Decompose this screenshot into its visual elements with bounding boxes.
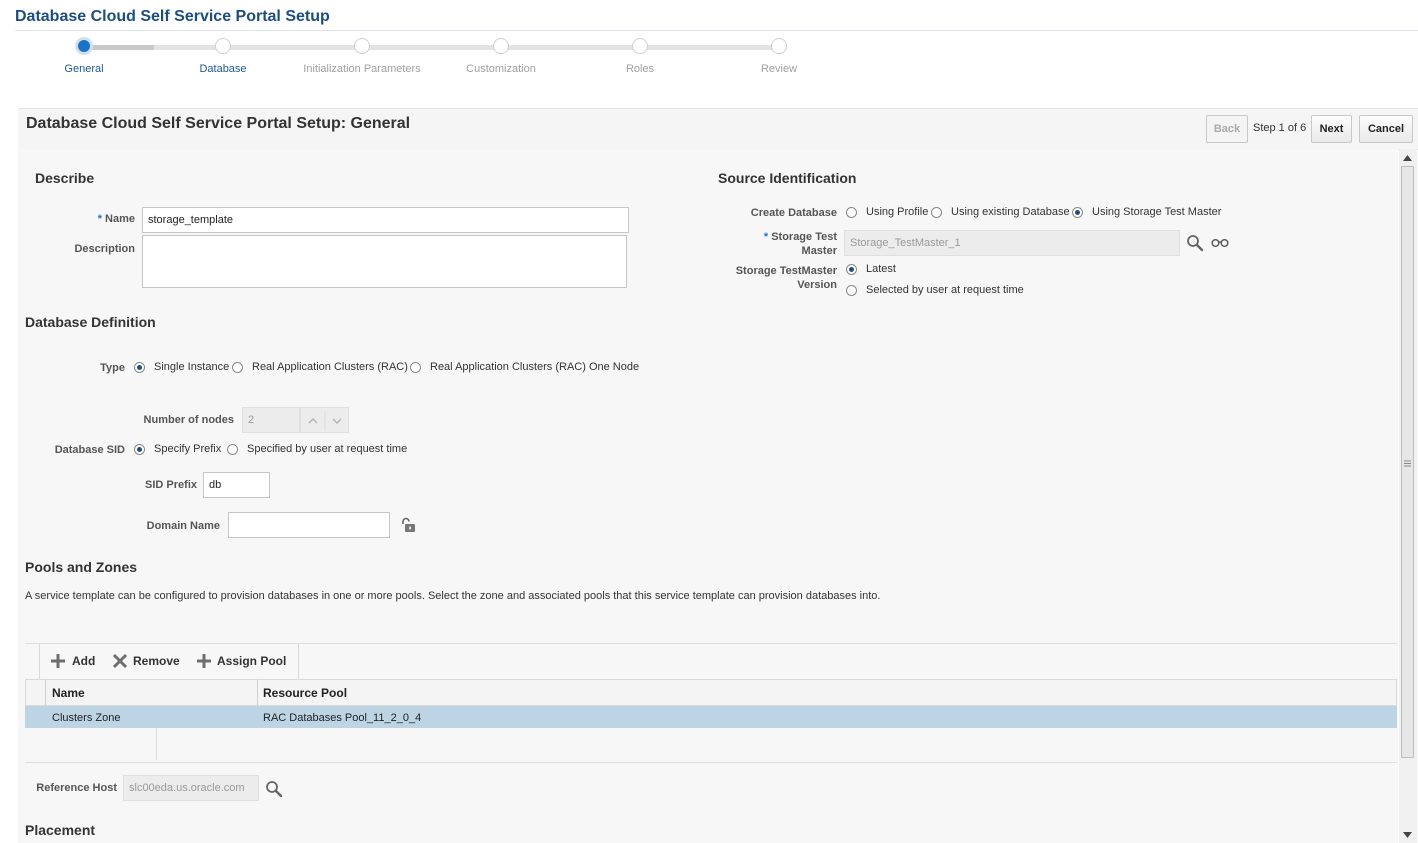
storage-test-master-label-line1: Storage Test [771, 231, 837, 243]
radio-using-existing-db[interactable] [931, 207, 942, 218]
train-stop-customization [493, 38, 509, 54]
row-zone-name: Clusters Zone [52, 712, 121, 724]
view-glasses-icon[interactable] [1211, 238, 1229, 251]
back-button[interactable]: Back [1206, 115, 1248, 143]
number-of-nodes-label: Number of nodes [143, 414, 234, 426]
step-indicator: Step 1 of 6 [1253, 122, 1307, 134]
domain-name-input[interactable] [228, 512, 390, 538]
train-stop-general[interactable] [75, 37, 93, 55]
train-stop-roles [632, 38, 648, 54]
train-label-customization: Customization [466, 63, 536, 75]
reference-host-input [123, 775, 259, 801]
train-stop-review [771, 38, 787, 54]
rac-label: Real Application Clusters (RAC) [252, 361, 408, 373]
version-latest-label: Latest [866, 263, 896, 275]
radio-using-storage-test-master[interactable] [1072, 207, 1083, 218]
storage-test-master-label-line2: Master [801, 245, 837, 257]
domain-name-label: Domain Name [146, 520, 220, 532]
remove-icon [112, 653, 128, 672]
train-label-database[interactable]: Database [153, 63, 293, 75]
version-user-selected-label: Selected by user at request time [866, 284, 1024, 296]
unlock-icon[interactable] [400, 517, 416, 536]
search-icon[interactable] [1186, 234, 1204, 255]
describe-heading: Describe [35, 170, 95, 186]
assign-pool-label: Assign Pool [217, 654, 287, 668]
table-footer-divider [156, 728, 157, 760]
using-storage-test-master-label: Using Storage Test Master [1092, 206, 1222, 218]
radio-specify-prefix[interactable] [134, 444, 145, 455]
row-resource-pool: RAC Databases Pool_11_2_0_4 [263, 712, 422, 724]
table-row[interactable] [25, 706, 1397, 728]
remove-label: Remove [133, 654, 180, 668]
radio-rac-one-node[interactable] [410, 362, 421, 373]
description-label: Description [74, 243, 135, 255]
single-instance-label: Single Instance [154, 361, 230, 373]
reference-host-search-icon[interactable] [265, 780, 283, 801]
description-textarea[interactable] [142, 235, 627, 288]
sid-user-specified-label: Specified by user at request time [247, 443, 408, 455]
column-header-resource-pool[interactable]: Resource Pool [263, 686, 347, 700]
create-database-label: Create Database [750, 207, 837, 219]
name-label-text: Name [105, 213, 135, 225]
train-progress [84, 45, 154, 50]
toolbar-separator [298, 643, 299, 679]
radio-sid-user-specified[interactable] [227, 444, 238, 455]
radio-version-user-selected[interactable] [846, 285, 857, 296]
assign-pool-icon [196, 653, 212, 672]
app-title: Database Cloud Self Service Portal Setup [15, 8, 330, 25]
pools-table-header [25, 679, 1397, 706]
name-label: * Name [97, 213, 135, 225]
train-label-general[interactable]: General [14, 63, 154, 75]
type-label: Type [100, 362, 125, 374]
pools-description: A service template can be configured to … [25, 590, 881, 602]
name-input[interactable] [142, 207, 629, 233]
database-sid-label: Database SID [54, 444, 125, 456]
scroll-grip-icon [1404, 458, 1411, 470]
version-label-line1: Storage TestMaster [735, 265, 837, 277]
radio-rac[interactable] [232, 362, 243, 373]
scroll-down-arrow-icon[interactable] [1403, 829, 1412, 841]
storage-testmaster-version-label: Storage TestMaster Version [700, 264, 837, 292]
train-label-init-params: Initialization Parameters [303, 63, 421, 75]
scroll-up-arrow-icon[interactable] [1403, 152, 1412, 164]
radio-version-latest[interactable] [846, 264, 857, 275]
column-header-name[interactable]: Name [52, 686, 85, 700]
next-button[interactable]: Next [1311, 115, 1352, 143]
cancel-button[interactable]: Cancel [1359, 115, 1413, 143]
storage-test-master-input [844, 230, 1180, 256]
database-definition-heading: Database Definition [25, 314, 156, 330]
pools-zones-heading: Pools and Zones [25, 559, 138, 575]
radio-using-profile[interactable] [846, 207, 857, 218]
page-title: Database Cloud Self Service Portal Setup… [26, 115, 411, 132]
rac-one-node-label: Real Application Clusters (RAC) One Node [430, 361, 640, 373]
source-heading: Source Identification [718, 170, 857, 186]
version-label-line2: Version [797, 279, 837, 291]
toolbar-separator [39, 643, 40, 679]
title-divider [15, 30, 1418, 31]
sid-prefix-input[interactable] [203, 472, 270, 498]
radio-single-instance[interactable] [134, 362, 145, 373]
train-stop-database[interactable] [215, 38, 231, 54]
add-label: Add [72, 654, 96, 668]
storage-test-master-label: * Storage Test Master [763, 231, 837, 257]
train-label-roles: Roles [625, 63, 655, 75]
reference-host-label: Reference Host [36, 782, 117, 794]
nodes-stepper [300, 407, 349, 433]
number-of-nodes-input [242, 407, 300, 433]
using-profile-label: Using Profile [866, 206, 929, 218]
sid-prefix-label: SID Prefix [145, 479, 197, 491]
train-label-review: Review [760, 63, 798, 75]
placement-heading: Placement [25, 822, 96, 838]
table-bottom-rule [25, 762, 1397, 763]
add-icon [50, 653, 66, 672]
using-existing-db-label: Using existing Database [951, 206, 1070, 218]
train-stop-init-params [354, 38, 370, 54]
specify-prefix-label: Specify Prefix [154, 443, 222, 455]
train-track [154, 45, 779, 50]
